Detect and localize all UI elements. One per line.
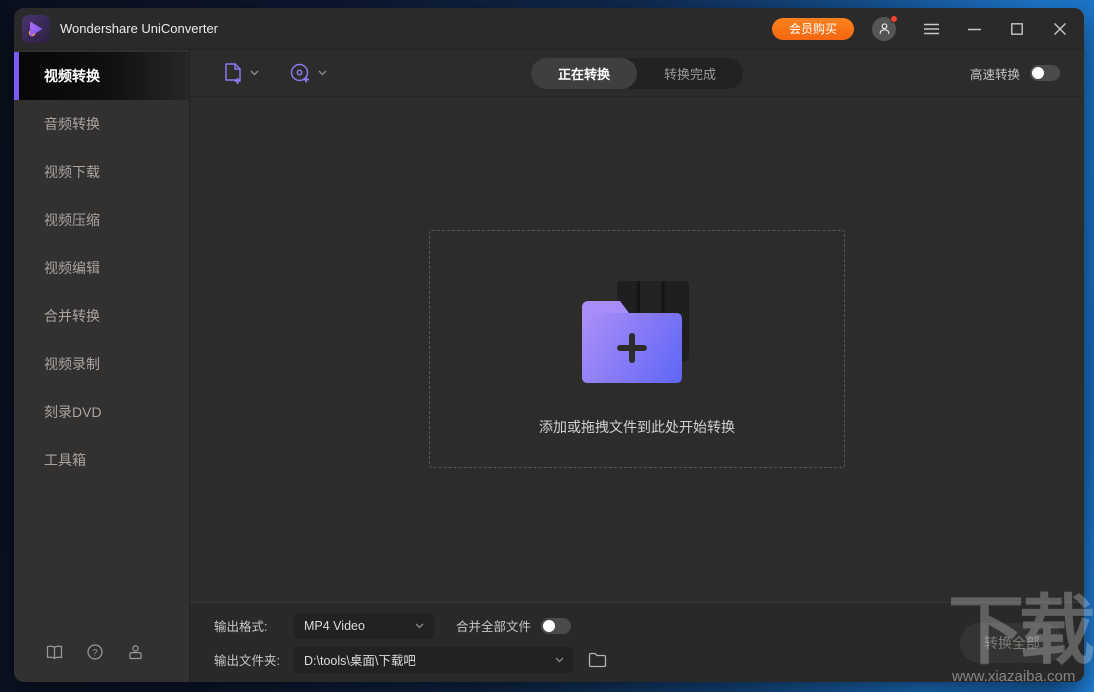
- sidebar-item-label: 视频编辑: [44, 258, 100, 278]
- toggle-knob: [1032, 67, 1044, 79]
- sidebar-item-toolbox[interactable]: 工具箱: [14, 436, 189, 484]
- add-from-disc-button[interactable]: [289, 62, 327, 85]
- chevron-down-icon: [555, 657, 564, 663]
- content-area: 添加或拖拽文件到此处开始转换: [190, 97, 1084, 602]
- sidebar-item-video-edit[interactable]: 视频编辑: [14, 244, 189, 292]
- close-icon[interactable]: [1052, 21, 1068, 37]
- notification-dot-icon: [890, 15, 898, 23]
- add-file-icon: [223, 62, 244, 85]
- output-format-value: MP4 Video: [304, 619, 365, 633]
- user-avatar[interactable]: [872, 17, 896, 41]
- sidebar-item-label: 工具箱: [44, 450, 86, 470]
- sidebar-item-burn-dvd[interactable]: 刻录DVD: [14, 388, 189, 436]
- membership-buy-button[interactable]: 会员购买: [772, 18, 854, 40]
- sidebar-item-label: 视频压缩: [44, 210, 100, 230]
- output-folder-value: D:\tools\桌面\下载吧: [304, 650, 416, 669]
- output-format-select[interactable]: MP4 Video: [294, 613, 434, 639]
- person-icon: [878, 22, 891, 35]
- sidebar-item-audio-convert[interactable]: 音频转换: [14, 100, 189, 148]
- sidebar-item-label: 视频下载: [44, 162, 100, 182]
- window-body: 视频转换 音频转换 视频下载 视频压缩 视频编辑 合并转换 视频录制 刻录DVD…: [14, 50, 1084, 682]
- sidebar-item-video-compress[interactable]: 视频压缩: [14, 196, 189, 244]
- sidebar-spacer: [14, 484, 189, 622]
- app-logo-icon: [22, 15, 50, 43]
- high-speed-group: 高速转换: [970, 64, 1060, 83]
- maximize-icon[interactable]: [1009, 21, 1025, 37]
- output-format-row: 输出格式: MP4 Video 合并全部文件: [214, 613, 1084, 639]
- help-question-icon[interactable]: ?: [87, 644, 103, 660]
- plus-icon: [614, 330, 650, 366]
- toggle-knob: [543, 620, 555, 632]
- open-folder-icon[interactable]: [588, 652, 607, 668]
- titlebar: Wondershare UniConverter 会员购买: [14, 8, 1084, 50]
- drop-zone-hint: 添加或拖拽文件到此处开始转换: [539, 417, 735, 437]
- minimize-icon[interactable]: [966, 21, 982, 37]
- output-folder-row: 输出文件夹: D:\tools\桌面\下载吧: [214, 647, 1084, 673]
- sidebar-item-label: 合并转换: [44, 306, 100, 326]
- hamburger-menu-icon[interactable]: [923, 21, 939, 37]
- sidebar-item-label: 音频转换: [44, 114, 100, 134]
- add-file-button[interactable]: [223, 62, 259, 85]
- app-window: Wondershare UniConverter 会员购买: [14, 8, 1084, 682]
- titlebar-right: 会员购买: [772, 17, 1068, 41]
- user-guide-book-icon[interactable]: [46, 645, 63, 660]
- merge-files-group: 合并全部文件: [456, 616, 571, 635]
- add-from-disc-icon: [289, 62, 312, 85]
- chevron-down-icon: [415, 623, 424, 629]
- output-settings-bar: 输出格式: MP4 Video 合并全部文件 输: [190, 602, 1084, 682]
- sidebar-item-video-convert[interactable]: 视频转换: [14, 52, 189, 100]
- main-panel: 正在转换 转换完成 高速转换: [189, 50, 1084, 682]
- output-format-label: 输出格式:: [214, 616, 294, 635]
- convert-all-button[interactable]: 转换全部: [960, 623, 1064, 663]
- sidebar-item-label: 视频录制: [44, 354, 100, 374]
- toolbar: 正在转换 转换完成 高速转换: [190, 50, 1084, 97]
- merge-files-toggle[interactable]: [541, 618, 571, 634]
- window-title: Wondershare UniConverter: [60, 21, 218, 36]
- add-folder-icon: [582, 281, 692, 383]
- tab-finished[interactable]: 转换完成: [637, 58, 743, 89]
- high-speed-label: 高速转换: [970, 64, 1020, 83]
- contact-support-icon[interactable]: [127, 644, 144, 660]
- sidebar-item-merge-convert[interactable]: 合并转换: [14, 292, 189, 340]
- chevron-down-icon: [318, 70, 327, 76]
- sidebar-footer: ?: [14, 622, 189, 682]
- svg-text:?: ?: [92, 647, 97, 657]
- desktop-background: Wondershare UniConverter 会员购买: [0, 0, 1094, 692]
- output-folder-label: 输出文件夹:: [214, 650, 294, 669]
- sidebar-item-screen-record[interactable]: 视频录制: [14, 340, 189, 388]
- sidebar: 视频转换 音频转换 视频下载 视频压缩 视频编辑 合并转换 视频录制 刻录DVD…: [14, 50, 189, 682]
- sidebar-item-label: 刻录DVD: [44, 402, 102, 422]
- high-speed-toggle[interactable]: [1030, 65, 1060, 81]
- merge-files-label: 合并全部文件: [456, 616, 531, 635]
- output-folder-select[interactable]: D:\tools\桌面\下载吧: [294, 647, 574, 673]
- status-tabs: 正在转换 转换完成: [531, 58, 743, 89]
- chevron-down-icon: [250, 70, 259, 76]
- sidebar-item-label: 视频转换: [44, 66, 100, 86]
- file-drop-zone[interactable]: 添加或拖拽文件到此处开始转换: [429, 230, 845, 468]
- tab-converting[interactable]: 正在转换: [531, 58, 637, 89]
- sidebar-item-video-download[interactable]: 视频下载: [14, 148, 189, 196]
